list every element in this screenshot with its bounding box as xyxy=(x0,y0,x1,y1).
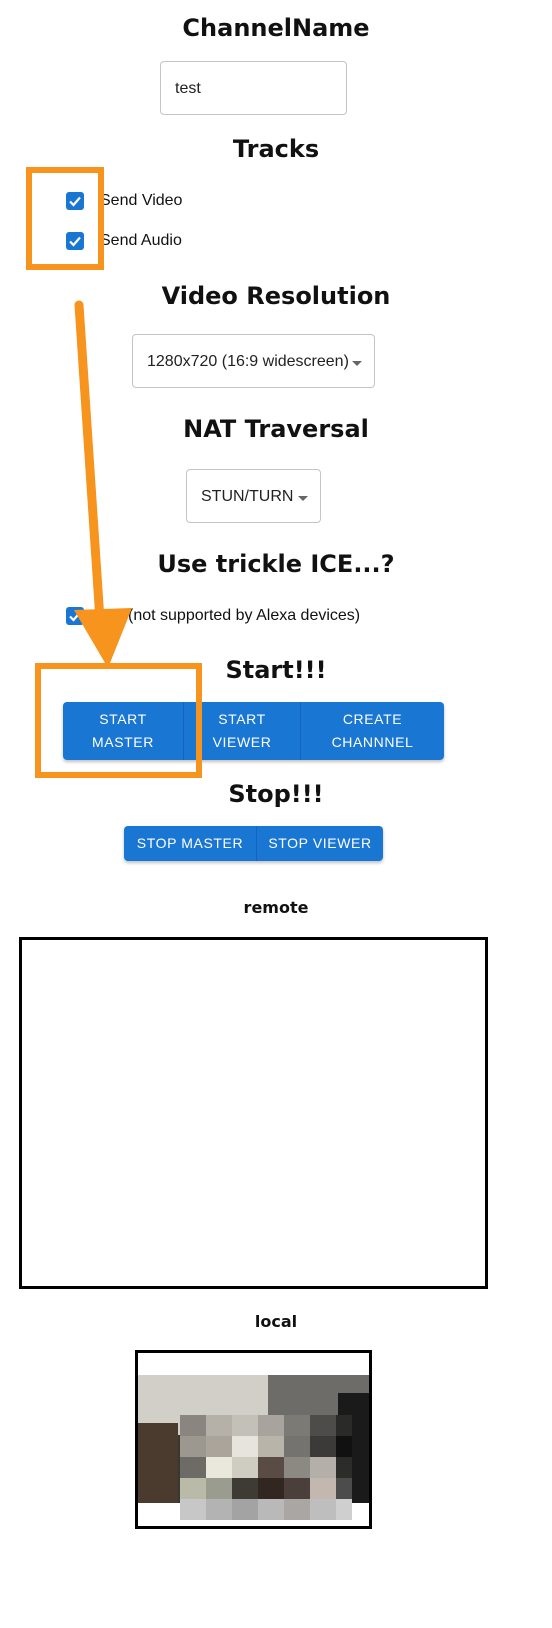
annotation-arrow-icon xyxy=(74,300,132,668)
